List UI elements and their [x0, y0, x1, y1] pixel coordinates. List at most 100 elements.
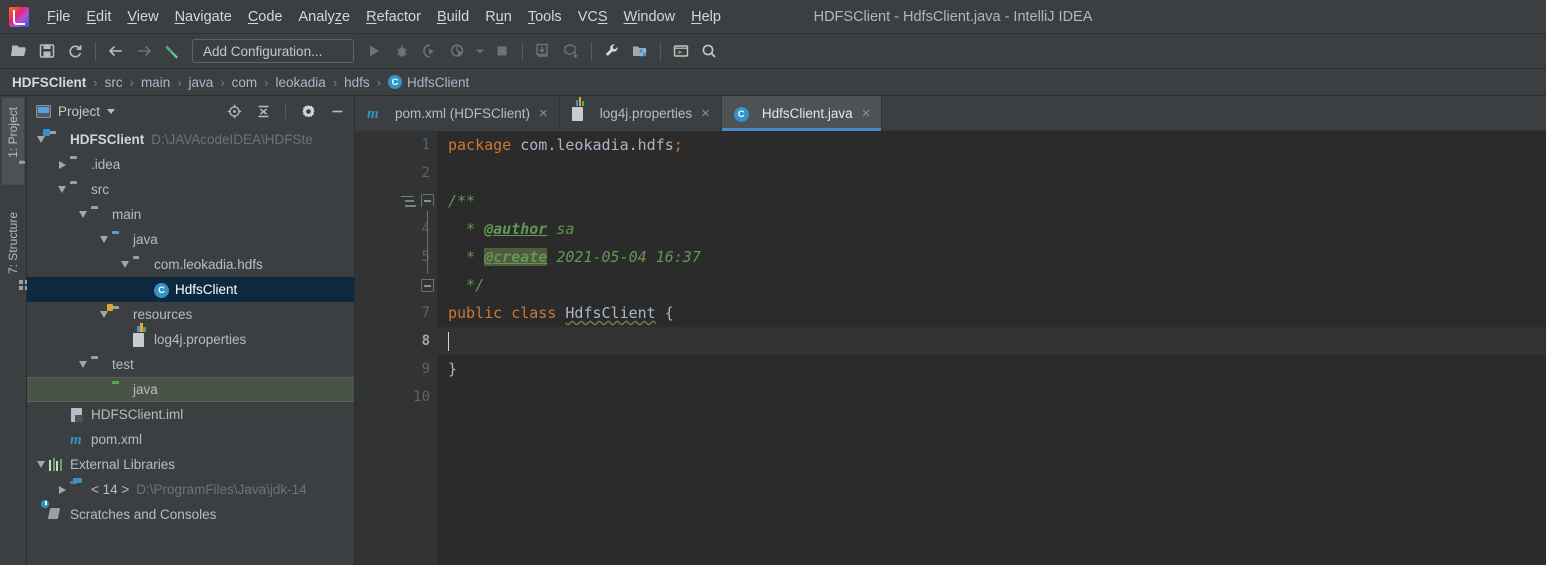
- tree-row-com-leokadia-hdfs[interactable]: com.leokadia.hdfs: [27, 252, 354, 277]
- breadcrumb-item-src[interactable]: src: [105, 75, 123, 90]
- project-structure-icon[interactable]: [627, 38, 653, 64]
- chevron-down-icon[interactable]: [75, 361, 91, 368]
- code-line-9[interactable]: }: [448, 355, 1546, 383]
- tree-row-pom-xml[interactable]: m pom.xml: [27, 427, 354, 452]
- close-icon[interactable]: ×: [701, 106, 710, 121]
- menu-item-vcs[interactable]: VCS: [570, 5, 616, 29]
- run-icon[interactable]: [361, 38, 387, 64]
- menu-item-refactor[interactable]: Refactor: [358, 5, 429, 29]
- fold-expanded-icon[interactable]: [421, 194, 434, 207]
- gutter-line-8[interactable]: 8: [355, 327, 437, 355]
- tree-row-hdfsclient-iml[interactable]: HDFSClient.iml: [27, 402, 354, 427]
- close-icon[interactable]: ×: [539, 106, 548, 121]
- sidebar-item-project[interactable]: 1: Project: [2, 98, 24, 185]
- navigate-forward-icon[interactable]: [131, 38, 157, 64]
- menu-item-navigate[interactable]: Navigate: [167, 5, 240, 29]
- gutter-line-5[interactable]: 5: [355, 243, 437, 271]
- breadcrumb-item-hdfsclient[interactable]: HDFSClient: [12, 75, 86, 90]
- menu-item-run[interactable]: Run: [477, 5, 520, 29]
- editor-tab-log4j-properties[interactable]: log4j.properties ×: [560, 96, 722, 131]
- project-tree[interactable]: HDFSClient D:\JAVAcodeIDEA\HDFSte .idea src…: [27, 126, 354, 565]
- close-icon[interactable]: ×: [862, 106, 871, 121]
- chevron-down-icon[interactable]: [107, 108, 116, 114]
- tree-row-test[interactable]: test: [27, 352, 354, 377]
- gutter-line-1[interactable]: 1: [355, 131, 437, 159]
- tree-row-idea[interactable]: .idea: [27, 152, 354, 177]
- menu-item-tools[interactable]: Tools: [520, 5, 570, 29]
- hide-panel-icon[interactable]: [326, 100, 348, 122]
- chevron-down-icon[interactable]: [473, 38, 487, 64]
- tree-row-log4j-properties[interactable]: log4j.properties: [27, 322, 354, 352]
- tree-row-14[interactable]: < 14 > D:\ProgramFiles\Java\jdk-14: [27, 477, 354, 502]
- terminal-icon[interactable]: [668, 38, 694, 64]
- breadcrumb-item-java[interactable]: java: [189, 75, 214, 90]
- menu-item-code[interactable]: Code: [240, 5, 291, 29]
- gutter-line-10[interactable]: 10: [355, 383, 437, 411]
- chevron-down-icon[interactable]: [75, 211, 91, 218]
- commit-icon[interactable]: [558, 38, 584, 64]
- scroll-from-source-icon[interactable]: [223, 100, 245, 122]
- build-project-hammer-icon[interactable]: [159, 38, 185, 64]
- editor-tab-pom-xml-hdfsclient[interactable]: m pom.xml (HDFSClient) ×: [355, 96, 560, 131]
- tree-row-external-libraries[interactable]: External Libraries: [27, 452, 354, 477]
- menu-item-file[interactable]: File: [39, 5, 78, 29]
- code-line-1[interactable]: package com.leokadia.hdfs;: [448, 131, 1546, 159]
- breadcrumb-item-main[interactable]: main: [141, 75, 170, 90]
- chevron-down-icon[interactable]: [33, 136, 49, 143]
- chevron-down-icon[interactable]: [33, 461, 49, 468]
- tree-row-src[interactable]: src: [27, 177, 354, 202]
- menu-item-analyze[interactable]: Analyze: [291, 5, 359, 29]
- save-all-icon[interactable]: [34, 38, 60, 64]
- chevron-down-icon[interactable]: [54, 186, 70, 193]
- code-line-4[interactable]: * @author sa: [448, 215, 1546, 243]
- breadcrumb-item-hdfs[interactable]: hdfs: [344, 75, 370, 90]
- tree-row-java[interactable]: java: [27, 377, 354, 402]
- update-project-icon[interactable]: [530, 38, 556, 64]
- tree-row-main[interactable]: main: [27, 202, 354, 227]
- javadoc-structure-icon[interactable]: [401, 187, 416, 215]
- chevron-down-icon[interactable]: [117, 261, 133, 268]
- menu-item-help[interactable]: Help: [683, 5, 729, 29]
- fold-end-icon[interactable]: [421, 279, 434, 292]
- run-configuration-selector[interactable]: Add Configuration...: [192, 39, 354, 63]
- run-with-coverage-icon[interactable]: [417, 38, 443, 64]
- chevron-down-icon[interactable]: [96, 236, 112, 243]
- breadcrumb-item-leokadia[interactable]: leokadia: [276, 75, 326, 90]
- gutter-line-7[interactable]: 7: [355, 299, 437, 327]
- tree-row-scratches-and-consoles[interactable]: Scratches and Consoles: [27, 498, 354, 527]
- menu-item-window[interactable]: Window: [616, 5, 684, 29]
- search-everywhere-icon[interactable]: [696, 38, 722, 64]
- profile-icon[interactable]: [445, 38, 471, 64]
- code-content[interactable]: package com.leokadia.hdfs; /** * @author…: [437, 131, 1546, 565]
- tree-row-java[interactable]: java: [27, 227, 354, 252]
- code-line-8[interactable]: [437, 327, 1546, 355]
- collapse-all-icon[interactable]: [252, 100, 274, 122]
- gear-icon[interactable]: [297, 100, 319, 122]
- gutter-line-9[interactable]: 9: [355, 355, 437, 383]
- tree-row-resources[interactable]: resources: [27, 302, 354, 327]
- code-editor[interactable]: 12345678910 package com.leokadia.hdfs; /…: [355, 131, 1546, 565]
- open-folder-icon[interactable]: [6, 38, 32, 64]
- code-line-10[interactable]: [448, 383, 1546, 411]
- editor-gutter[interactable]: 12345678910: [355, 131, 437, 565]
- code-line-6[interactable]: */: [448, 271, 1546, 299]
- navigate-back-icon[interactable]: [103, 38, 129, 64]
- sidebar-item-structure[interactable]: 7: Structure: [2, 203, 29, 301]
- menu-item-edit[interactable]: Edit: [78, 5, 119, 29]
- code-line-2[interactable]: [448, 159, 1546, 187]
- menu-item-view[interactable]: View: [119, 5, 166, 29]
- tree-row-hdfsclient[interactable]: C HdfsClient: [27, 277, 354, 302]
- code-line-3[interactable]: /**: [448, 187, 1546, 215]
- breadcrumb-item-hdfsclient[interactable]: C HdfsClient: [388, 75, 469, 90]
- menu-item-build[interactable]: Build: [429, 5, 477, 29]
- gutter-line-2[interactable]: 2: [355, 159, 437, 187]
- reload-from-disk-icon[interactable]: [62, 38, 88, 64]
- stop-icon[interactable]: [489, 38, 515, 64]
- wrench-settings-icon[interactable]: [599, 38, 625, 64]
- breadcrumb-item-com[interactable]: com: [232, 75, 258, 90]
- editor-tab-hdfsclient-java[interactable]: C HdfsClient.java ×: [721, 96, 883, 131]
- tree-row-hdfsclient[interactable]: HDFSClient D:\JAVAcodeIDEA\HDFSte: [27, 127, 354, 152]
- chevron-right-icon[interactable]: [54, 160, 70, 169]
- gutter-line-4[interactable]: 4: [355, 215, 437, 243]
- chevron-right-icon[interactable]: [54, 485, 70, 494]
